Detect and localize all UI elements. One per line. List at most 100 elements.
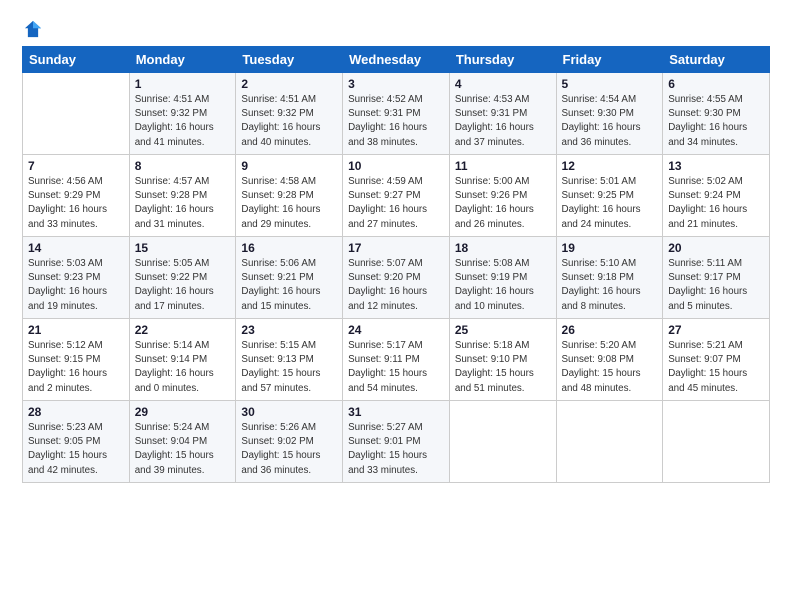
day-info: Sunrise: 5:06 AMSunset: 9:21 PMDaylight:… <box>241 257 337 314</box>
day-info: Sunrise: 5:18 AMSunset: 9:10 PMDaylight:… <box>455 339 551 396</box>
day-cell: 6 Sunrise: 4:55 AMSunset: 9:30 PMDaylight… <box>663 73 770 155</box>
day-info: Sunrise: 4:52 AMSunset: 9:31 PMDaylight:… <box>348 93 444 150</box>
day-cell: 8Sunrise: 4:57 AMSunset: 9:28 PMDaylight… <box>129 155 236 237</box>
day-number: 14 <box>28 241 124 255</box>
day-info: Sunrise: 5:08 AMSunset: 9:19 PMDaylight:… <box>455 257 551 314</box>
day-cell: 16 Sunrise: 5:06 AMSunset: 9:21 PMDayligh… <box>236 237 343 319</box>
day-info: Sunrise: 5:05 AMSunset: 9:22 PMDaylight:… <box>135 257 231 314</box>
day-cell <box>23 73 130 155</box>
day-number: 5 <box>562 77 658 91</box>
day-info: Sunrise: 5:11 AMSunset: 9:17 PMDaylight:… <box>668 257 764 314</box>
week-row-1: 1Sunrise: 4:51 AMSunset: 9:32 PMDaylight… <box>23 73 770 155</box>
col-header-sunday: Sunday <box>23 47 130 73</box>
day-info: Sunrise: 5:15 AMSunset: 9:13 PMDaylight:… <box>241 339 337 396</box>
day-number: 27 <box>668 323 764 337</box>
day-info: Sunrise: 5:01 AMSunset: 9:25 PMDaylight:… <box>562 175 658 232</box>
day-number: 26 <box>562 323 658 337</box>
day-cell: 2Sunrise: 4:51 AMSunset: 9:32 PMDaylight… <box>236 73 343 155</box>
col-header-friday: Friday <box>556 47 663 73</box>
day-cell: 24Sunrise: 5:17 AMSunset: 9:11 PMDayligh… <box>343 319 450 401</box>
day-cell: 7Sunrise: 4:56 AMSunset: 9:29 PMDaylight… <box>23 155 130 237</box>
day-info: Sunrise: 5:07 AMSunset: 9:20 PMDaylight:… <box>348 257 444 314</box>
day-info: Sunrise: 5:20 AMSunset: 9:08 PMDaylight:… <box>562 339 658 396</box>
day-info: Sunrise: 5:02 AMSunset: 9:24 PMDaylight:… <box>668 175 764 232</box>
days-header-row: SundayMondayTuesdayWednesdayThursdayFrid… <box>23 47 770 73</box>
day-cell: 15 Sunrise: 5:05 AMSunset: 9:22 PMDayligh… <box>129 237 236 319</box>
col-header-thursday: Thursday <box>449 47 556 73</box>
day-info: Sunrise: 4:51 AMSunset: 9:32 PMDaylight:… <box>241 93 337 150</box>
day-number: 22 <box>135 323 231 337</box>
week-row-5: 28 Sunrise: 5:23 AMSunset: 9:05 PMDayligh… <box>23 401 770 483</box>
day-info: Sunrise: 5:23 AMSunset: 9:05 PMDaylight:… <box>28 421 124 478</box>
day-info: Sunrise: 5:14 AMSunset: 9:14 PMDaylight:… <box>135 339 231 396</box>
logo <box>22 18 48 40</box>
day-cell: 23 Sunrise: 5:15 AMSunset: 9:13 PMDayligh… <box>236 319 343 401</box>
day-cell: 12 Sunrise: 5:01 AMSunset: 9:25 PMDayligh… <box>556 155 663 237</box>
day-cell: 25Sunrise: 5:18 AMSunset: 9:10 PMDayligh… <box>449 319 556 401</box>
header-row <box>22 18 770 40</box>
calendar-page: SundayMondayTuesdayWednesdayThursdayFrid… <box>0 0 792 497</box>
day-info: Sunrise: 5:24 AMSunset: 9:04 PMDaylight:… <box>135 421 231 478</box>
day-number: 8 <box>135 159 231 173</box>
day-number: 10 <box>348 159 444 173</box>
day-number: 15 <box>135 241 231 255</box>
logo-icon <box>22 18 44 40</box>
day-number: 16 <box>241 241 337 255</box>
day-cell: 13 Sunrise: 5:02 AMSunset: 9:24 PMDayligh… <box>663 155 770 237</box>
day-number: 4 <box>455 77 551 91</box>
day-number: 18 <box>455 241 551 255</box>
day-cell <box>556 401 663 483</box>
day-info: Sunrise: 4:54 AMSunset: 9:30 PMDaylight:… <box>562 93 658 150</box>
col-header-wednesday: Wednesday <box>343 47 450 73</box>
day-cell: 20 Sunrise: 5:11 AMSunset: 9:17 PMDayligh… <box>663 237 770 319</box>
day-info: Sunrise: 5:12 AMSunset: 9:15 PMDaylight:… <box>28 339 124 396</box>
day-info: Sunrise: 4:55 AMSunset: 9:30 PMDaylight:… <box>668 93 764 150</box>
day-info: Sunrise: 5:26 AMSunset: 9:02 PMDaylight:… <box>241 421 337 478</box>
day-number: 30 <box>241 405 337 419</box>
day-info: Sunrise: 5:10 AMSunset: 9:18 PMDaylight:… <box>562 257 658 314</box>
col-header-saturday: Saturday <box>663 47 770 73</box>
day-info: Sunrise: 4:53 AMSunset: 9:31 PMDaylight:… <box>455 93 551 150</box>
day-cell: 11Sunrise: 5:00 AMSunset: 9:26 PMDayligh… <box>449 155 556 237</box>
day-number: 13 <box>668 159 764 173</box>
day-cell: 22 Sunrise: 5:14 AMSunset: 9:14 PMDayligh… <box>129 319 236 401</box>
day-cell: 4 Sunrise: 4:53 AMSunset: 9:31 PMDaylight… <box>449 73 556 155</box>
col-header-tuesday: Tuesday <box>236 47 343 73</box>
day-cell: 5 Sunrise: 4:54 AMSunset: 9:30 PMDaylight… <box>556 73 663 155</box>
day-cell: 10 Sunrise: 4:59 AMSunset: 9:27 PMDayligh… <box>343 155 450 237</box>
day-cell <box>663 401 770 483</box>
day-info: Sunrise: 4:51 AMSunset: 9:32 PMDaylight:… <box>135 93 231 150</box>
day-number: 11 <box>455 159 551 173</box>
day-number: 3 <box>348 77 444 91</box>
day-number: 20 <box>668 241 764 255</box>
week-row-4: 21Sunrise: 5:12 AMSunset: 9:15 PMDayligh… <box>23 319 770 401</box>
day-info: Sunrise: 5:03 AMSunset: 9:23 PMDaylight:… <box>28 257 124 314</box>
week-row-3: 14 Sunrise: 5:03 AMSunset: 9:23 PMDayligh… <box>23 237 770 319</box>
day-cell: 3 Sunrise: 4:52 AMSunset: 9:31 PMDaylight… <box>343 73 450 155</box>
day-number: 9 <box>241 159 337 173</box>
day-cell: 1Sunrise: 4:51 AMSunset: 9:32 PMDaylight… <box>129 73 236 155</box>
day-number: 6 <box>668 77 764 91</box>
calendar-table: SundayMondayTuesdayWednesdayThursdayFrid… <box>22 46 770 483</box>
col-header-monday: Monday <box>129 47 236 73</box>
day-number: 29 <box>135 405 231 419</box>
day-info: Sunrise: 5:21 AMSunset: 9:07 PMDaylight:… <box>668 339 764 396</box>
day-cell: 9 Sunrise: 4:58 AMSunset: 9:28 PMDaylight… <box>236 155 343 237</box>
day-number: 31 <box>348 405 444 419</box>
week-row-2: 7Sunrise: 4:56 AMSunset: 9:29 PMDaylight… <box>23 155 770 237</box>
day-cell <box>449 401 556 483</box>
day-info: Sunrise: 4:58 AMSunset: 9:28 PMDaylight:… <box>241 175 337 232</box>
day-info: Sunrise: 5:17 AMSunset: 9:11 PMDaylight:… <box>348 339 444 396</box>
day-cell: 14 Sunrise: 5:03 AMSunset: 9:23 PMDayligh… <box>23 237 130 319</box>
day-info: Sunrise: 4:59 AMSunset: 9:27 PMDaylight:… <box>348 175 444 232</box>
day-number: 19 <box>562 241 658 255</box>
day-number: 23 <box>241 323 337 337</box>
day-cell: 28 Sunrise: 5:23 AMSunset: 9:05 PMDayligh… <box>23 401 130 483</box>
day-number: 12 <box>562 159 658 173</box>
day-cell: 26 Sunrise: 5:20 AMSunset: 9:08 PMDayligh… <box>556 319 663 401</box>
day-number: 7 <box>28 159 124 173</box>
day-cell: 21Sunrise: 5:12 AMSunset: 9:15 PMDayligh… <box>23 319 130 401</box>
day-cell: 31Sunrise: 5:27 AMSunset: 9:01 PMDayligh… <box>343 401 450 483</box>
day-number: 17 <box>348 241 444 255</box>
day-number: 28 <box>28 405 124 419</box>
